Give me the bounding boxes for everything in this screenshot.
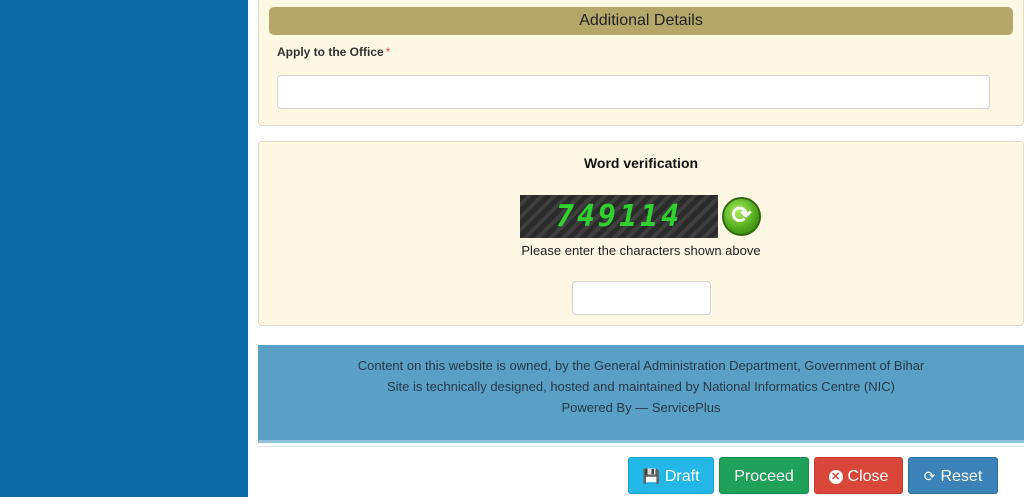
reset-refresh-icon: ⟳ bbox=[923, 468, 936, 484]
office-label-text: Apply to the Office bbox=[277, 45, 384, 59]
proceed-button[interactable]: Proceed bbox=[719, 457, 809, 494]
close-button[interactable]: ✕ Close bbox=[814, 457, 903, 494]
office-field-label: Apply to the Office * bbox=[277, 45, 390, 59]
captcha-image: 749114 bbox=[520, 195, 718, 238]
main-content: Additional Details Apply to the Office * … bbox=[248, 0, 1024, 497]
draft-label: Draft bbox=[664, 468, 700, 485]
captcha-hint: Please enter the characters shown above bbox=[521, 243, 761, 258]
office-input[interactable] bbox=[277, 75, 990, 109]
close-label: Close bbox=[847, 468, 889, 485]
reset-button[interactable]: ⟳ Reset bbox=[908, 457, 998, 494]
additional-details-panel: Additional Details Apply to the Office * bbox=[258, 0, 1024, 126]
required-mark: * bbox=[385, 45, 391, 59]
refresh-icon[interactable]: ⟳ bbox=[722, 197, 761, 236]
close-circle-icon: ✕ bbox=[828, 470, 843, 484]
floppy-disk-icon: 💾 bbox=[642, 468, 660, 484]
captcha-input[interactable] bbox=[572, 281, 711, 315]
additional-details-header: Additional Details bbox=[269, 7, 1013, 35]
reset-label: Reset bbox=[940, 468, 983, 485]
footer-ownership-text: Content on this website is owned, by the… bbox=[357, 358, 925, 373]
left-sidebar bbox=[0, 0, 248, 497]
word-verification-title: Word verification bbox=[583, 155, 699, 171]
action-bar: 💾 Draft Proceed ✕ Close ⟳ Reset bbox=[258, 446, 1024, 497]
proceed-label: Proceed bbox=[734, 468, 794, 485]
word-verification-panel: Word verification 749114 ⟳ Please enter … bbox=[258, 141, 1024, 326]
footer-powered-by-text: Powered By — ServicePlus bbox=[561, 400, 721, 415]
draft-button[interactable]: 💾 Draft bbox=[628, 457, 714, 494]
site-footer: Content on this website is owned, by the… bbox=[258, 345, 1024, 443]
footer-nic-text: Site is technically designed, hosted and… bbox=[387, 379, 895, 394]
